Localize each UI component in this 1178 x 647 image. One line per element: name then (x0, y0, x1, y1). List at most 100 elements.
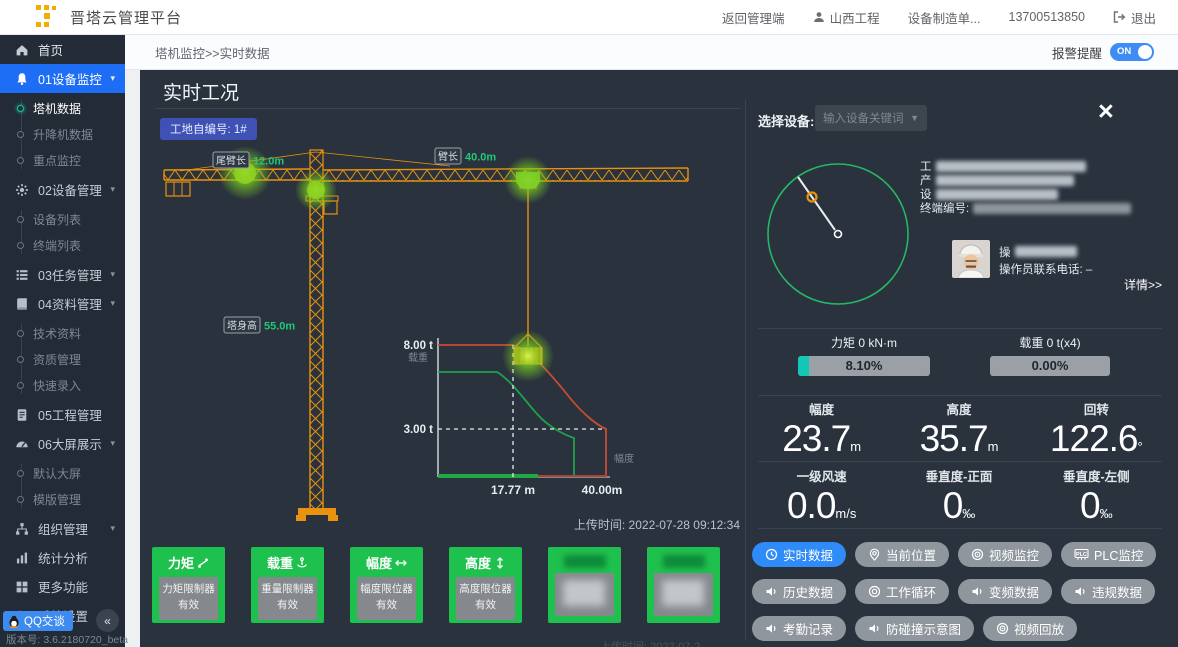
load-progress-group: 载重 0 t(x4) 0.00% (990, 334, 1110, 376)
sidebar-item-key-monitor[interactable]: 重点监控 (0, 147, 125, 173)
limiter-status-redacted (654, 573, 713, 616)
sidebar-item-bigscreen[interactable]: 06大屏展示 ▾ (0, 429, 125, 458)
sidebar-item-qualification-mgmt[interactable]: 资质管理 (0, 346, 125, 372)
qq-chat-button[interactable]: QQ交谈 (3, 611, 73, 631)
load-label: 载重 0 t(x4) (990, 334, 1110, 351)
sidebar-item-project-mgmt[interactable]: 05工程管理 (0, 400, 125, 429)
x-tick-current: 17.77 m (491, 483, 535, 497)
crane-svg: 8.00 t 载重 3.00 t 17.77 m 40.00m 幅度 (140, 100, 755, 545)
gear-icon (15, 183, 29, 197)
radio-dot-icon (17, 356, 24, 363)
speaker-icon (868, 622, 881, 635)
y-tick-mid: 3.00 t (404, 424, 434, 436)
device-info: 工 产 设 终端编号: (920, 159, 1131, 215)
video-monitor-button[interactable]: 视频监控 (958, 542, 1052, 567)
sidebar-item-tech-docs[interactable]: 技术资料 (0, 320, 125, 346)
frequency-data-button[interactable]: 变频数据 (958, 579, 1052, 604)
radio-dot-icon (17, 131, 24, 138)
redacted-text (1015, 246, 1077, 257)
sidebar-item-quick-entry[interactable]: 快速录入 (0, 372, 125, 398)
violation-data-button[interactable]: 违规数据 (1061, 579, 1155, 604)
speaker-icon (1074, 585, 1087, 598)
limiter-status: 力矩限制器有效 (159, 577, 218, 620)
phone-number: 13700513850 (1009, 10, 1085, 24)
upload-time: 上传时间: 2022-07-28 09:12:34 (440, 516, 740, 533)
metrics-row-1: 幅度 23.7m 高度 35.7m 回转 122.6° (753, 399, 1165, 461)
chevron-down-icon: ▾ (110, 184, 115, 195)
metric-vertical-front: 垂直度-正面 0‰ (890, 466, 1027, 528)
limiter-status: 幅度限位器有效 (357, 577, 416, 620)
sidebar-item-device-list[interactable]: 设备列表 (0, 206, 125, 232)
close-button[interactable]: × (1098, 98, 1114, 125)
location-pin-icon (868, 548, 881, 561)
alarm-toggle[interactable]: ON (1110, 43, 1154, 61)
sidebar-item-org-mgmt[interactable]: 组织管理 ▾ (0, 514, 125, 543)
sidebar: 首页 01设备监控 ▾ 塔机数据 升降机数据 重点监控 02设备管理 ▾ 设备列… (0, 35, 125, 647)
current-location-button[interactable]: 当前位置 (855, 542, 949, 567)
app-root: 晋塔云管理平台 返回管理端 山西工程 设备制造单... 13700513850 … (0, 0, 1178, 647)
radio-dot-icon (17, 242, 24, 249)
sidebar-item-default-screen[interactable]: 默认大屏 (0, 460, 125, 486)
sidebar-item-task-mgmt[interactable]: 03任务管理 ▾ (0, 260, 125, 289)
tail-jib-label: 尾臂长 (216, 154, 246, 167)
sidebar-item-template-mgmt[interactable]: 模版管理 (0, 486, 125, 512)
dashboard-icon (15, 437, 29, 451)
select-device-label: 选择设备: (758, 111, 814, 130)
doc-mgmt-submenu: 技术资料 资质管理 快速录入 (0, 318, 125, 400)
redacted-title (663, 555, 705, 568)
sidebar-item-home[interactable]: 首页 (0, 35, 125, 64)
device-mgmt-submenu: 设备列表 终端列表 (0, 204, 125, 260)
alarm-reminder: 报警提醒 ON (1052, 43, 1154, 62)
video-playback-button[interactable]: 视频回放 (983, 616, 1077, 641)
top-bar: 晋塔云管理平台 返回管理端 山西工程 设备制造单... 13700513850 … (0, 0, 1178, 35)
logout-icon (1113, 11, 1126, 23)
manufacturer-link[interactable]: 设备制造单... (908, 8, 981, 27)
breadcrumb: 塔机监控>>实时数据 (155, 43, 270, 62)
metric-wind-speed: 一级风速 0.0m/s (753, 466, 890, 528)
camera-icon (971, 548, 984, 561)
scale-icon (197, 557, 209, 569)
redacted-text (936, 189, 1058, 200)
radio-dot-icon (17, 470, 24, 477)
sidebar-item-device-mgmt[interactable]: 02设备管理 ▾ (0, 175, 125, 204)
sidebar-item-stats[interactable]: 统计分析 (0, 543, 125, 572)
brand: 晋塔云管理平台 (36, 5, 182, 29)
breadcrumb-bar: 塔机监控>>实时数据 报警提醒 ON (125, 35, 1178, 70)
divider (758, 528, 1162, 529)
gauge-center (835, 231, 842, 238)
moment-progress-bar: 8.10% (798, 356, 930, 376)
work-cycle-button[interactable]: 工作循环 (855, 579, 949, 604)
sidebar-item-tower-data[interactable]: 塔机数据 (0, 95, 125, 121)
sidebar-item-hoist-data[interactable]: 升降机数据 (0, 121, 125, 147)
realtime-data-button[interactable]: 实时数据 (752, 542, 846, 567)
history-data-button[interactable]: 历史数据 (752, 579, 846, 604)
anti-collision-button[interactable]: 防碰撞示意图 (855, 616, 974, 641)
logout-link[interactable]: 退出 (1113, 8, 1156, 27)
redacted-title (564, 555, 606, 568)
attendance-record-button[interactable]: 考勤记录 (752, 616, 846, 641)
plc-icon: PLC (1074, 548, 1089, 561)
sidebar-item-device-monitor[interactable]: 01设备监控 ▾ (0, 64, 125, 93)
current-user[interactable]: 山西工程 (813, 8, 880, 27)
rotation-gauge (762, 158, 914, 315)
gauge-circle (768, 164, 908, 304)
details-link[interactable]: 详情>> (1124, 276, 1162, 293)
speaker-icon (765, 585, 778, 598)
sidebar-collapse-button[interactable]: « (96, 609, 119, 632)
toggle-knob (1138, 45, 1152, 59)
x-tick-max: 40.00m (582, 483, 623, 497)
x-axis-label: 幅度 (614, 452, 634, 465)
operator-avatar (952, 240, 990, 278)
sidebar-item-terminal-list[interactable]: 终端列表 (0, 232, 125, 258)
sidebar-item-doc-mgmt[interactable]: 04资料管理 ▾ (0, 289, 125, 318)
metric-radius: 幅度 23.7m (753, 399, 890, 461)
plc-monitor-button[interactable]: PLC PLC监控 (1061, 542, 1156, 567)
chevron-down-icon: ▼ (910, 113, 919, 123)
limiter-status: 重量限制器有效 (258, 577, 317, 620)
chevron-down-icon: ▾ (110, 298, 115, 309)
sidebar-item-more-features[interactable]: 更多功能 (0, 572, 125, 601)
speaker-icon (765, 622, 778, 635)
jib-label: 臂长 (438, 150, 458, 163)
device-select[interactable]: 输入设备关键词 ▼ (815, 105, 927, 131)
back-to-admin-link[interactable]: 返回管理端 (722, 8, 785, 27)
